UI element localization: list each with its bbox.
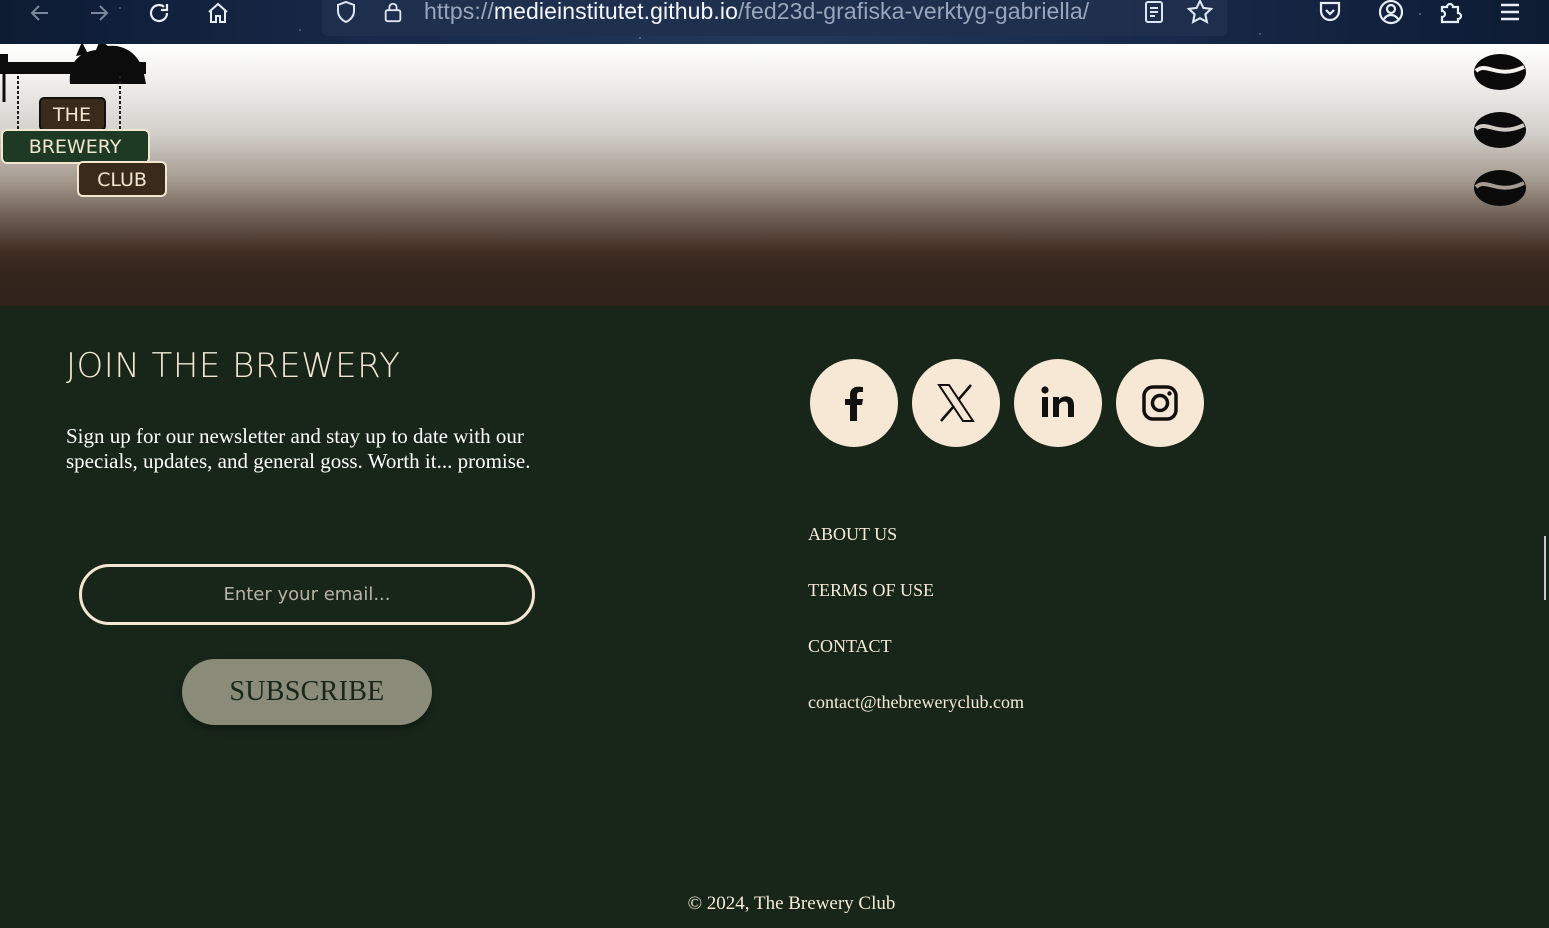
footer-link-item: CONTACT	[808, 636, 1024, 692]
forward-icon[interactable]	[83, 0, 115, 26]
footer-links: ABOUT US TERMS OF USE CONTACT contact@th…	[808, 524, 1024, 748]
subscribe-button[interactable]: SUBSCRIBE	[182, 659, 432, 725]
url-bar[interactable]: https://medieinstitutet.github.io/fed23d…	[322, 0, 1227, 36]
menu-icon[interactable]	[1496, 0, 1524, 26]
footer-link-item: TERMS OF USE	[808, 580, 1024, 636]
terms-of-use-link[interactable]: TERMS OF USE	[808, 580, 934, 600]
instagram-link[interactable]	[1116, 359, 1204, 447]
url-path: /fed23d-grafiska-verktyg-gabriella/	[738, 0, 1090, 24]
hero-banner: THE BREWERY CLUB	[0, 44, 1549, 306]
facebook-link[interactable]	[810, 359, 898, 447]
page-scrollbar[interactable]	[1544, 536, 1546, 600]
back-icon[interactable]	[24, 0, 56, 26]
extensions-icon[interactable]	[1437, 0, 1465, 26]
url-host: medieinstitutet.github.io	[493, 0, 738, 24]
x-icon	[937, 384, 975, 422]
coffee-bean-icon[interactable]	[1473, 52, 1527, 92]
instagram-icon	[1142, 385, 1178, 421]
contact-link[interactable]: CONTACT	[808, 636, 892, 656]
facebook-icon	[845, 386, 863, 421]
footer-link-item: contact@thebreweryclub.com	[808, 692, 1024, 748]
site-footer: JOIN THE BREWERY Sign up for our newslet…	[0, 306, 1549, 928]
logo-text-the: THE	[52, 104, 91, 126]
reader-view-icon[interactable]	[1142, 0, 1166, 24]
email-input[interactable]	[79, 564, 535, 625]
x-link[interactable]	[912, 359, 1000, 447]
pocket-icon[interactable]	[1316, 0, 1344, 26]
about-us-link[interactable]: ABOUT US	[808, 524, 897, 544]
reload-icon[interactable]	[143, 0, 175, 26]
shield-icon[interactable]	[334, 0, 358, 24]
newsletter-description: Sign up for our newsletter and stay up t…	[66, 424, 531, 473]
footer-link-item: ABOUT US	[808, 524, 1024, 580]
linkedin-link[interactable]	[1014, 359, 1102, 447]
brewery-club-logo[interactable]: THE BREWERY CLUB	[0, 44, 170, 204]
url-scheme: https://	[424, 0, 494, 24]
social-links	[810, 359, 1204, 447]
copyright-text: © 2024, The Brewery Club	[687, 893, 896, 914]
logo-text-club: CLUB	[97, 169, 147, 191]
linkedin-icon	[1041, 386, 1074, 417]
coffee-bean-icon[interactable]	[1473, 110, 1527, 150]
lock-icon[interactable]	[382, 0, 404, 24]
logo-text-brewery: BREWERY	[29, 136, 122, 158]
account-icon[interactable]	[1377, 0, 1405, 26]
home-icon[interactable]	[202, 0, 234, 26]
coffee-bean-icon[interactable]	[1473, 168, 1527, 208]
browser-toolbar: https://medieinstitutet.github.io/fed23d…	[0, 0, 1549, 44]
contact-email-link[interactable]: contact@thebreweryclub.com	[808, 692, 1024, 712]
newsletter-title: JOIN THE BREWERY	[66, 346, 401, 386]
coffee-bean-nav	[1473, 52, 1529, 226]
url-text[interactable]: https://medieinstitutet.github.io/fed23d…	[424, 0, 1089, 25]
bookmark-star-icon[interactable]	[1186, 0, 1214, 26]
